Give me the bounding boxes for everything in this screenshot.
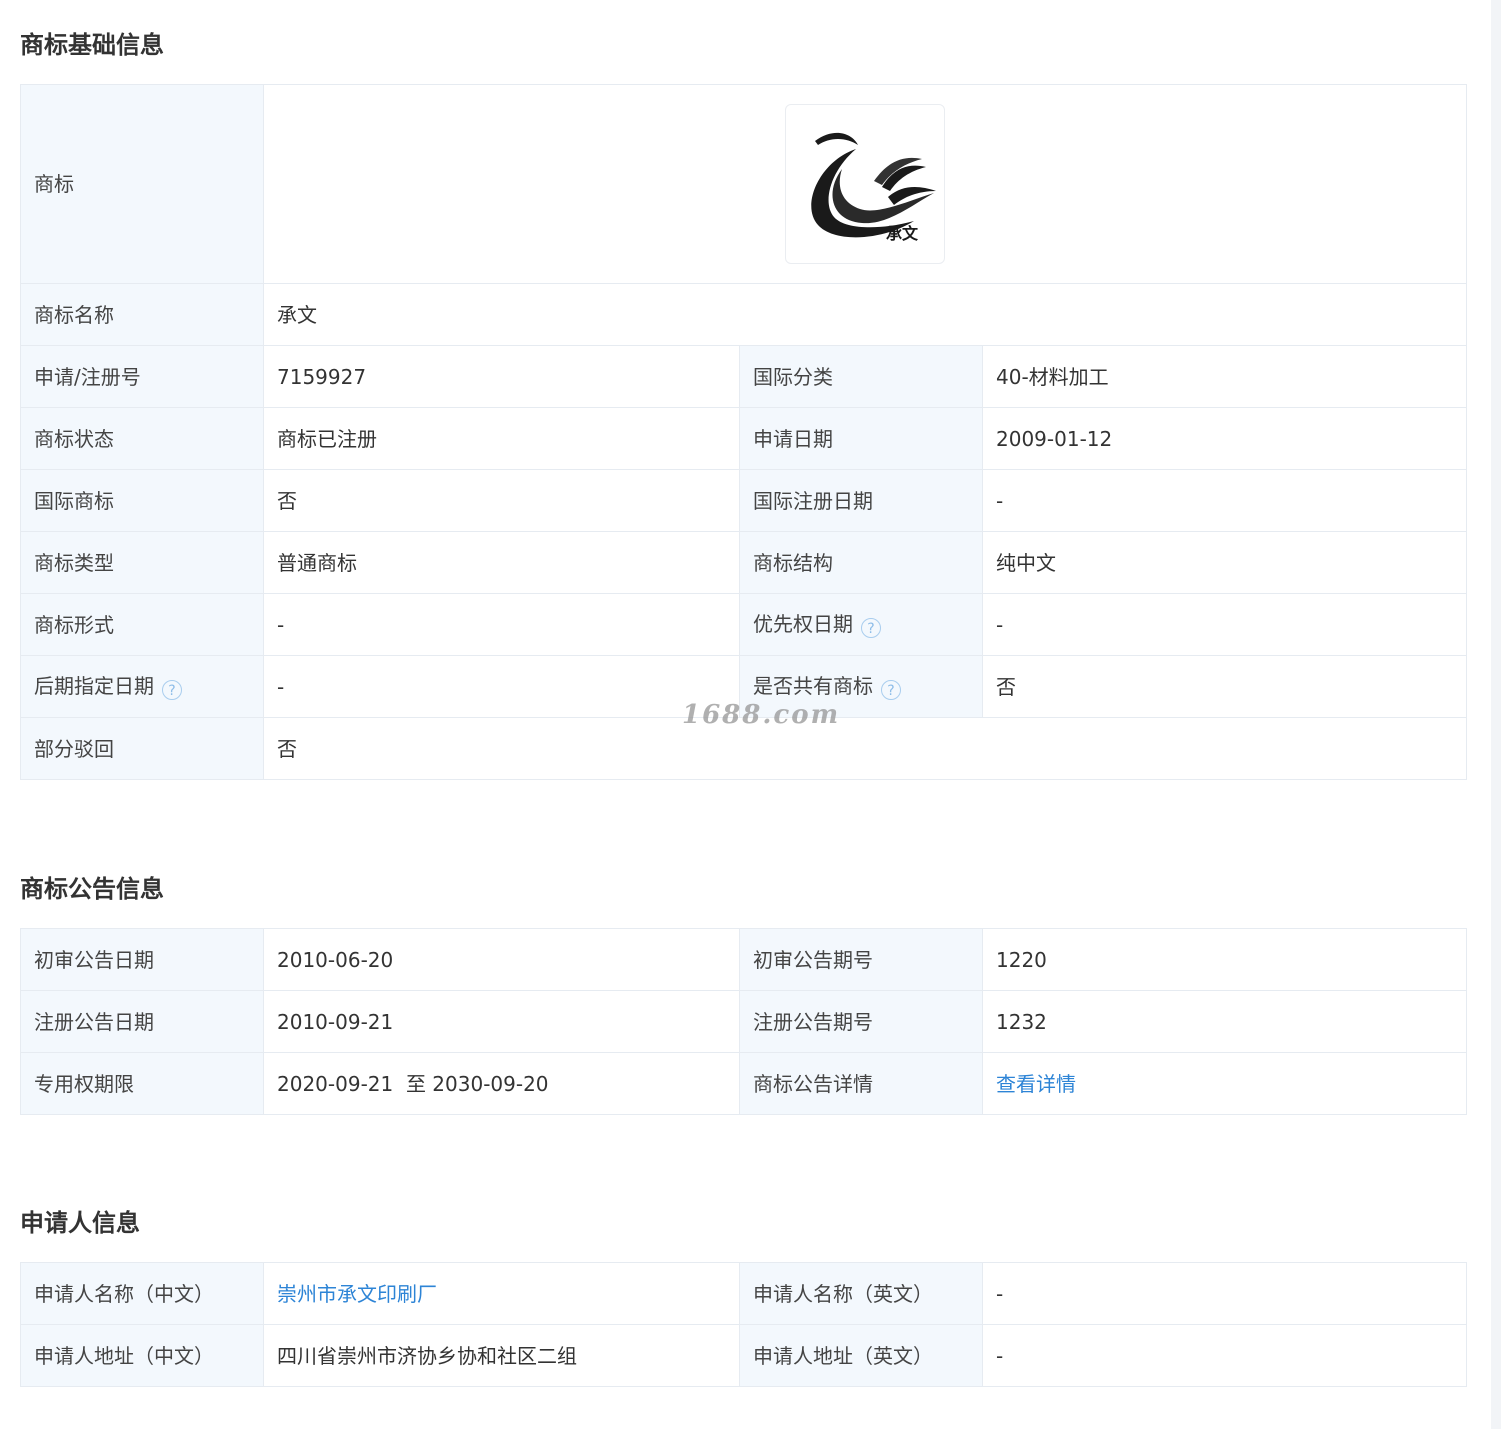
trademark-name-value: 承文 [262,283,1468,346]
trademark-structure-value: 纯中文 [981,531,1468,594]
trademark-type-value: 普通商标 [263,531,740,594]
table-row: 商标 承文 [20,84,1468,284]
applicant-name-cn-link[interactable]: 崇州市承文印刷厂 [277,1282,437,1306]
table-row: 商标类型 普通商标 商标结构 纯中文 [20,531,1468,594]
help-icon[interactable]: ? [861,618,881,638]
intl-trademark-value: 否 [263,469,740,532]
table-row: 商标形式 - 优先权日期? - [20,593,1468,656]
table-row: 注册公告日期 2010-09-21 注册公告期号 1232 [20,990,1467,1053]
table-row: 专用权期限 2020-09-21 至 2030-09-20 商标公告详情 查看详… [20,1052,1467,1115]
applicant-address-cn-value: 四川省崇州市济协乡协和社区二组 [263,1324,740,1387]
prelim-notice-date-label: 初审公告日期 [20,928,264,991]
notice-info-title: 商标公告信息 [20,875,164,903]
status-value: 商标已注册 [263,407,740,470]
exclusive-right-period-value: 2020-09-21 至 2030-09-20 [263,1052,740,1115]
apply-date-value: 2009-01-12 [981,407,1468,470]
logo-cell: 承文 [262,84,1468,284]
partial-rejection-value: 否 [262,717,1468,780]
priority-date-label-text: 优先权日期 [753,612,853,636]
scrollbar-track[interactable] [1491,0,1501,1429]
prelim-notice-issue-label: 初审公告期号 [739,928,983,991]
reg-notice-issue-label: 注册公告期号 [739,990,983,1053]
table-row: 申请人地址（中文） 四川省崇州市济协乡协和社区二组 申请人地址（英文） - [20,1324,1467,1387]
table-row: 国际商标 否 国际注册日期 - [20,469,1468,532]
reg-notice-date-label: 注册公告日期 [20,990,264,1053]
applicant-address-cn-label: 申请人地址（中文） [20,1324,264,1387]
intl-trademark-label: 国际商标 [20,469,264,532]
trademark-form-label: 商标形式 [20,593,264,656]
help-icon[interactable]: ? [881,680,901,700]
table-row: 申请/注册号 7159927 国际分类 40-材料加工 [20,345,1468,408]
basic-info-table: 商标 承文 商标名称 承文 申请/注册号 7159927 国际分类 40-材料加… [20,84,1468,780]
intl-class-label: 国际分类 [739,345,983,408]
priority-date-value: - [981,593,1468,656]
watermark: 1688.com [682,700,841,730]
intl-reg-date-label: 国际注册日期 [739,469,983,532]
applicant-name-en-value: - [982,1262,1467,1325]
help-icon[interactable]: ? [162,680,182,700]
reg-notice-issue-value: 1232 [982,990,1467,1053]
intl-class-value: 40-材料加工 [981,345,1468,408]
apply-date-label: 申请日期 [739,407,983,470]
applicant-address-en-value: - [982,1324,1467,1387]
later-designation-date-value: - [263,655,740,718]
trademark-form-value: - [263,593,740,656]
shared-trademark-label-text: 是否共有商标 [753,674,873,698]
applicant-info-table: 申请人名称（中文） 崇州市承文印刷厂 申请人名称（英文） - 申请人地址（中文）… [20,1262,1467,1387]
trademark-logo-image: 承文 [785,104,945,264]
logo-label: 商标 [20,84,264,284]
table-row: 初审公告日期 2010-06-20 初审公告期号 1220 [20,928,1467,991]
applicant-name-cn-cell: 崇州市承文印刷厂 [263,1262,740,1325]
table-row: 申请人名称（中文） 崇州市承文印刷厂 申请人名称（英文） - [20,1262,1467,1325]
registration-number-label: 申请/注册号 [20,345,264,408]
status-label: 商标状态 [20,407,264,470]
applicant-address-en-label: 申请人地址（英文） [739,1324,983,1387]
logo-text: 承文 [886,224,919,243]
intl-reg-date-value: - [981,469,1468,532]
phoenix-logo-icon: 承文 [811,132,936,243]
notice-detail-label: 商标公告详情 [739,1052,983,1115]
partial-rejection-label: 部分驳回 [20,717,264,780]
trademark-name-label: 商标名称 [20,283,264,346]
exclusive-right-period-label: 专用权期限 [20,1052,264,1115]
trademark-type-label: 商标类型 [20,531,264,594]
prelim-notice-issue-value: 1220 [982,928,1467,991]
applicant-info-title: 申请人信息 [20,1209,140,1237]
table-row: 商标名称 承文 [20,283,1468,346]
priority-date-label: 优先权日期? [739,593,983,656]
applicant-name-cn-label: 申请人名称（中文） [20,1262,264,1325]
trademark-structure-label: 商标结构 [739,531,983,594]
registration-number-value: 7159927 [263,345,740,408]
prelim-notice-date-value: 2010-06-20 [263,928,740,991]
shared-trademark-value: 否 [981,655,1468,718]
notice-info-table: 初审公告日期 2010-06-20 初审公告期号 1220 注册公告日期 201… [20,928,1467,1115]
applicant-name-en-label: 申请人名称（英文） [739,1262,983,1325]
later-designation-date-label: 后期指定日期? [20,655,264,718]
view-details-link[interactable]: 查看详情 [996,1072,1076,1096]
table-row: 商标状态 商标已注册 申请日期 2009-01-12 [20,407,1468,470]
notice-detail-cell: 查看详情 [982,1052,1467,1115]
later-designation-date-label-text: 后期指定日期 [34,674,154,698]
reg-notice-date-value: 2010-09-21 [263,990,740,1053]
basic-info-title: 商标基础信息 [20,31,164,59]
